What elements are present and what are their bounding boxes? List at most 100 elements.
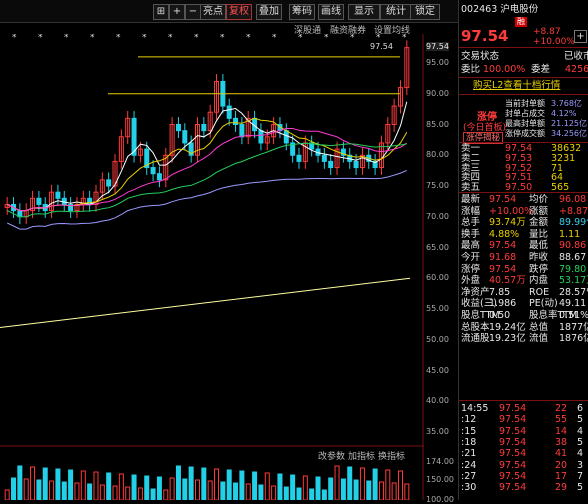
- candle-body: [175, 124, 181, 132]
- volume-bar: [163, 489, 169, 500]
- volume-bar: [131, 474, 137, 500]
- add-watchlist-icon[interactable]: +: [574, 30, 587, 43]
- price-tick-7: 65.00: [426, 242, 449, 252]
- stat-value: 88.67: [559, 252, 587, 263]
- volume-bar: [359, 467, 365, 500]
- tick-count: 4: [577, 425, 584, 437]
- tick-count: 5: [577, 414, 584, 426]
- stat-value: 1.11: [559, 228, 581, 240]
- toolbar-button-10[interactable]: 锁定: [410, 4, 440, 20]
- toolbar-button-2[interactable]: −: [185, 4, 201, 20]
- trade-status-label: 交易状态: [461, 51, 500, 62]
- volume-bar: [112, 485, 118, 500]
- tick-count: 7: [577, 470, 584, 482]
- toolbar-button-7[interactable]: 画线: [318, 4, 344, 20]
- volume-bar: [252, 471, 258, 500]
- volume-bar: [99, 484, 105, 500]
- margin-badge: 融: [515, 17, 527, 27]
- stat-value: 49.11: [559, 298, 587, 310]
- volume-bar: [188, 466, 194, 500]
- volume-bar: [55, 468, 61, 500]
- event-marker: *: [298, 34, 303, 43]
- stat-value: 1877亿: [559, 321, 588, 333]
- limit-up-info-value-1: 4.12%: [551, 109, 577, 118]
- volume-header-button-0[interactable]: 改参数: [318, 449, 345, 462]
- volume-bar: [372, 468, 378, 500]
- toolbar-button-5[interactable]: 叠加: [256, 4, 282, 20]
- candle-body: [156, 173, 162, 181]
- toolbar-button-1[interactable]: +: [169, 4, 185, 20]
- candle-body: [283, 130, 289, 144]
- volume-header-button-1[interactable]: 加指标: [348, 449, 375, 462]
- volume-bar: [391, 482, 397, 500]
- volume-bar: [125, 486, 131, 500]
- volume-bar: [118, 473, 124, 500]
- ma-line-250: [0, 277, 411, 328]
- candle-body: [296, 154, 302, 162]
- trade-status-value: 已收市: [564, 51, 588, 62]
- volume-bar: [175, 465, 181, 500]
- volume-bar: [49, 480, 55, 500]
- volume-bar: [42, 467, 48, 500]
- volume-bar: [315, 476, 321, 500]
- tick-count: 4: [577, 448, 584, 460]
- volume-bar: [11, 477, 17, 500]
- toolbar-button-0[interactable]: ⊞: [153, 4, 169, 20]
- limit-up-info-value-0: 3.768亿: [551, 99, 582, 108]
- price-tick-9: 55.00: [426, 304, 449, 313]
- candle-body: [239, 124, 245, 138]
- buy-l2-link[interactable]: 购买L2查看十档行情: [473, 80, 588, 92]
- candle-body: [36, 197, 42, 205]
- candle-body: [328, 160, 334, 169]
- ask-volume: 565: [551, 182, 570, 194]
- volume-bar: [328, 477, 334, 500]
- stat-value: 79.80: [559, 263, 587, 275]
- volume-bar: [144, 475, 150, 500]
- candle-body: [226, 105, 232, 119]
- event-marker: *: [324, 34, 329, 43]
- candle-body: [55, 191, 61, 199]
- volume-bar: [156, 476, 162, 500]
- weicha-label: 委差: [531, 64, 551, 75]
- volume-bar: [61, 481, 67, 500]
- toolbar-button-8[interactable]: 显示: [348, 4, 380, 20]
- event-marker: *: [116, 34, 121, 43]
- event-marker: *: [38, 34, 43, 43]
- candle-body: [233, 117, 239, 125]
- stat-value: 96.08: [559, 194, 587, 205]
- toolbar-button-9[interactable]: 统计: [380, 4, 412, 20]
- volume-bar: [334, 465, 340, 500]
- volume-bar: [353, 479, 359, 500]
- limit-up-info-value-3: 34.256亿: [551, 129, 587, 138]
- event-marker: *: [90, 34, 95, 43]
- volume-bar: [404, 483, 410, 500]
- event-marker: *: [272, 34, 277, 43]
- event-marker: *: [168, 34, 173, 43]
- volume-tick-0: 174.00: [426, 457, 454, 466]
- volume-bar: [36, 479, 42, 500]
- candlestick-chart[interactable]: * * * * * * * * * * * * * * * *97.54: [0, 34, 424, 500]
- toolbar-button-6[interactable]: 筹码: [289, 4, 315, 20]
- volume-bar: [258, 484, 264, 500]
- price-tick-1: 95.00: [426, 58, 449, 67]
- volume-bar: [264, 472, 270, 500]
- stock-change-pct: +10.00%: [533, 37, 575, 47]
- quote-panel: 002463 沪电股份 融 97.54 +8.87 +10.00% + 交易状态…: [458, 0, 588, 500]
- stat-value: 89.99亿: [559, 217, 588, 229]
- weicha-value: 42567: [565, 64, 588, 75]
- price-tick-5: 75.00: [426, 181, 449, 190]
- toolbar-button-4[interactable]: 复权: [226, 4, 252, 20]
- stock-price: 97.54: [461, 27, 509, 45]
- volume-bar: [214, 468, 220, 500]
- volume-bar: [366, 480, 372, 500]
- tick-count: 5: [577, 482, 584, 494]
- volume-bar: [201, 467, 207, 500]
- volume-header-button-2[interactable]: 换指标: [378, 449, 405, 462]
- volume-bar: [23, 478, 29, 500]
- toolbar-button-3[interactable]: 亮点: [200, 4, 226, 20]
- last-price-label: 97.54: [370, 42, 393, 51]
- price-tick-0: 97.54: [426, 42, 449, 51]
- volume-bar: [207, 480, 213, 500]
- volume-bar: [321, 489, 327, 500]
- event-marker: *: [402, 34, 407, 43]
